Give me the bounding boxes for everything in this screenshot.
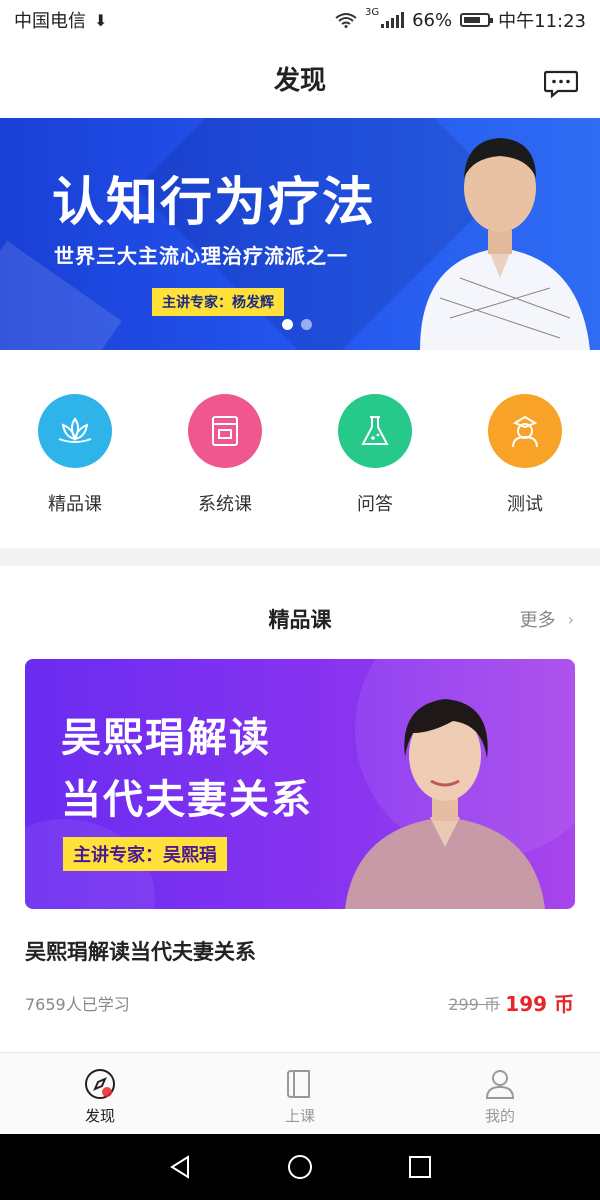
recents-icon[interactable] [406, 1153, 434, 1181]
category-grid: 精品课 系统课 问答 测试 [0, 350, 600, 548]
carousel-dot[interactable] [301, 319, 312, 330]
carrier-label: 中国电信 [14, 11, 86, 32]
tab-mine[interactable]: 我的 [400, 1053, 600, 1134]
banner-title: 认知行为疗法 [52, 173, 377, 233]
book-icon [287, 1070, 310, 1098]
home-icon[interactable] [286, 1153, 314, 1181]
category-qa[interactable]: 问答 [300, 394, 450, 548]
download-icon: ⬇ [94, 10, 108, 30]
book-icon [188, 394, 262, 468]
status-right: 3G 66% 中午11:23 [335, 7, 586, 33]
course-expert-badge: 主讲专家：吴熙琄 [63, 837, 227, 871]
page-title: 发现 [273, 65, 326, 96]
section-header: 精品课 更多 › [0, 588, 600, 648]
carousel-indicator[interactable] [282, 319, 312, 330]
clock: 中午11:23 [498, 11, 586, 32]
tab-label: 发现 [84, 1107, 115, 1125]
app-header: 发现 [0, 40, 600, 116]
category-test[interactable]: 测试 [450, 394, 600, 548]
user-icon [485, 1070, 515, 1099]
category-label: 系统课 [198, 494, 252, 515]
compass-icon [85, 1069, 115, 1099]
banner-subtitle: 世界三大主流心理治疗流派之一 [54, 244, 348, 268]
section-divider [0, 548, 600, 566]
tab-discover[interactable]: 发现 [0, 1053, 200, 1134]
system-nav-bar [0, 1134, 600, 1200]
chevron-right-icon: › [567, 609, 574, 629]
course-card-banner[interactable]: 吴熙琄解读 当代夫妻关系 主讲专家：吴熙琄 [25, 659, 575, 909]
category-label: 测试 [507, 494, 543, 515]
back-icon[interactable] [166, 1153, 194, 1181]
carousel-dot-active[interactable] [282, 319, 293, 330]
course-banner-title-line2: 当代夫妻关系 [61, 777, 313, 823]
status-left: 中国电信 ⬇ [14, 7, 107, 33]
lecturer-photo [345, 699, 545, 909]
more-link[interactable]: 更多 › [520, 606, 574, 632]
category-label: 问答 [357, 494, 393, 515]
bottom-tab-bar: 发现 上课 我的 [0, 1052, 600, 1134]
doctor-icon [488, 394, 562, 468]
more-label: 更多 [519, 610, 556, 631]
category-label: 精品课 [48, 494, 102, 515]
flask-icon [338, 394, 412, 468]
section-title: 精品课 [268, 608, 332, 632]
category-system[interactable]: 系统课 [150, 394, 300, 548]
course-title[interactable]: 吴熙琄解读当代夫妻关系 [25, 936, 256, 966]
lotus-icon [38, 394, 112, 468]
category-boutique[interactable]: 精品课 [0, 394, 150, 548]
learner-count: 7659人已学习 [25, 995, 130, 1014]
banner-expert-badge: 主讲专家：杨发辉 [152, 288, 284, 316]
signal-icon [381, 12, 405, 28]
course-banner-title-line1: 吴熙琄解读 [61, 715, 271, 761]
tab-label: 我的 [484, 1107, 515, 1125]
message-icon[interactable] [544, 70, 578, 98]
tab-label: 上课 [284, 1107, 315, 1125]
status-bar: 中国电信 ⬇ 3G 66% 中午11:23 [0, 0, 600, 40]
original-price: 299 币 [448, 995, 500, 1014]
tab-classes[interactable]: 上课 [200, 1053, 400, 1134]
current-price: 199 币 [505, 992, 574, 1016]
presenter-photo [420, 138, 590, 350]
battery-percent: 66% [412, 9, 453, 31]
network-type: 3G [364, 7, 380, 18]
battery-icon [460, 13, 494, 27]
wifi-icon [335, 13, 357, 28]
promo-banner[interactable]: 认知行为疗法 世界三大主流心理治疗流派之一 主讲专家：杨发辉 [0, 118, 600, 350]
